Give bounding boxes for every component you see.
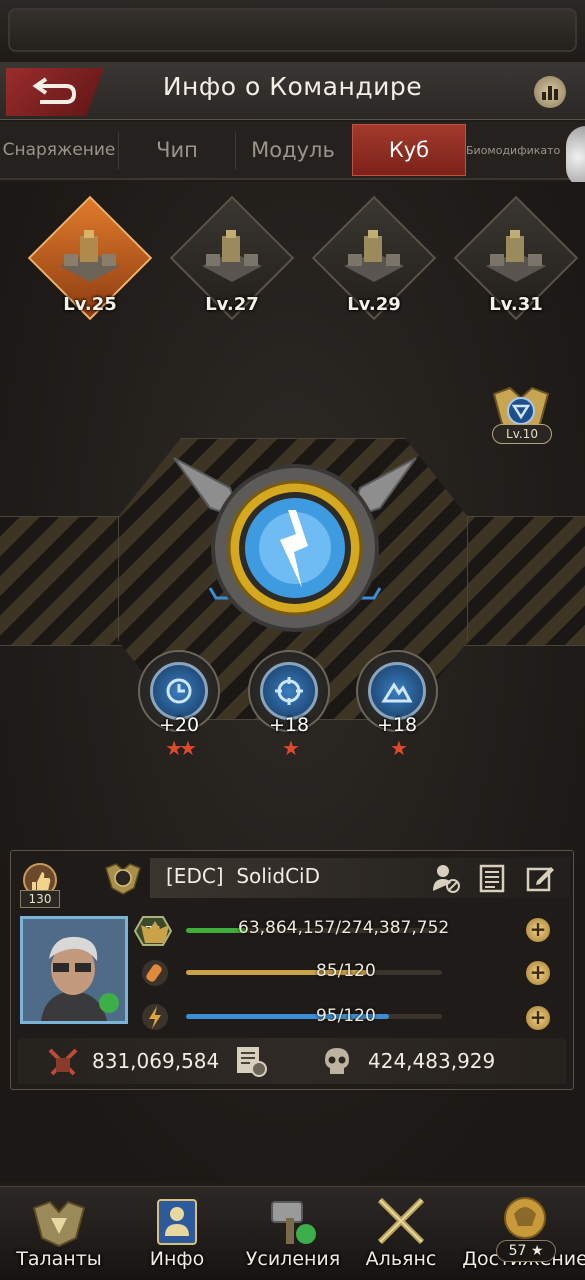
nav-alliance[interactable]: Альянс — [346, 1192, 456, 1278]
alliance-icon — [377, 1197, 425, 1245]
cube-tier-2[interactable]: Lv.27 — [169, 195, 295, 330]
cube-tier-4[interactable]: Lv.31 — [453, 195, 579, 330]
page-title: Инфо о Командире — [162, 72, 423, 101]
target-icon — [260, 662, 318, 720]
experience-icon — [138, 916, 172, 950]
cube-tier-3[interactable]: Lv.29 — [311, 195, 437, 330]
sub-cube-3[interactable]: +18 ★ — [354, 650, 440, 762]
tab-module[interactable]: Модуль — [236, 124, 350, 176]
kills-count: 831,069,584 — [92, 1049, 220, 1073]
sub-cube-2[interactable]: +18 ★ — [246, 650, 332, 762]
nav-info[interactable]: Инфо — [122, 1192, 232, 1278]
tab-equipment[interactable]: Снаряжение — [0, 124, 118, 176]
rank-insignia-icon — [105, 863, 141, 895]
tier-level: Lv.25 — [63, 294, 117, 315]
sub-cube-bonus: +18 — [268, 714, 310, 736]
stamina-icon — [138, 956, 172, 990]
losses-count: 424,483,929 — [368, 1049, 496, 1073]
add-stamina-button[interactable]: + — [526, 961, 550, 985]
stamina-text: 85/120 — [316, 961, 376, 981]
document-list-icon — [479, 864, 505, 893]
commander-name: [EDC] SolidCiD — [166, 864, 320, 888]
top-frame — [0, 0, 585, 64]
nav-label: Инфо — [149, 1248, 205, 1270]
factory-icon — [202, 230, 262, 282]
sub-cube-1[interactable]: +20 ★★ — [136, 650, 222, 762]
mountain-icon — [368, 662, 426, 720]
exp-text: 63,864,157/274,387,752 — [238, 918, 450, 938]
exp-bar-fill — [186, 928, 246, 933]
factory-icon — [486, 230, 546, 282]
tier-level: Lv.29 — [347, 294, 401, 315]
nav-achievement[interactable]: Достижение — [462, 1192, 585, 1278]
stats-button[interactable] — [534, 76, 566, 108]
main-cube-core[interactable] — [170, 448, 420, 648]
sub-cube-bonus: +20 — [158, 714, 200, 736]
cube-rank-level: Lv.10 — [492, 424, 552, 444]
tier-level: Lv.27 — [205, 294, 259, 315]
add-exp-button[interactable]: + — [526, 918, 550, 942]
bar-chart-icon — [542, 86, 558, 100]
edit-button[interactable] — [522, 860, 558, 896]
crossed-swords-icon — [48, 1048, 78, 1076]
factory-icon — [344, 230, 404, 282]
kills-detail-icon[interactable] — [234, 1044, 268, 1078]
sub-cube-stars: ★ — [390, 736, 408, 760]
likes-count: 130 — [20, 890, 60, 908]
avatar-portrait — [23, 919, 125, 1021]
nav-label: Таланты — [16, 1248, 102, 1270]
boosts-icon — [271, 1201, 316, 1244]
add-energy-button[interactable]: + — [526, 1006, 550, 1030]
commander-avatar[interactable] — [20, 916, 128, 1024]
tab-cube[interactable]: Куб — [352, 124, 466, 176]
tab-chip[interactable]: Чип — [119, 124, 235, 176]
energy-text: 95/120 — [316, 1006, 376, 1026]
block-user-button[interactable] — [428, 860, 464, 896]
block-user-icon — [433, 865, 460, 893]
tab-biomod[interactable]: Биомодификато — [466, 124, 576, 176]
energy-icon — [138, 1000, 172, 1034]
edit-icon — [526, 867, 554, 892]
sub-cube-stars: ★ — [282, 736, 300, 760]
achievement-count-badge: 57 ★ — [496, 1240, 556, 1262]
skull-icon — [325, 1048, 349, 1074]
talents-icon — [32, 1200, 86, 1248]
clock-icon — [150, 662, 208, 720]
nav-label: Альянс — [365, 1248, 437, 1270]
sub-cube-stars: ★★ — [165, 736, 197, 760]
nav-boosts[interactable]: Усиления — [238, 1192, 348, 1278]
cube-tier-1[interactable]: Lv.25 — [27, 195, 153, 330]
nav-talents[interactable]: Таланты — [4, 1192, 114, 1278]
records-button[interactable] — [474, 860, 510, 896]
factory-icon — [60, 230, 120, 282]
sub-cube-bonus: +18 — [376, 714, 418, 736]
tier-level: Lv.31 — [489, 294, 543, 315]
scroll-handle[interactable] — [566, 126, 585, 188]
info-icon — [157, 1199, 197, 1245]
